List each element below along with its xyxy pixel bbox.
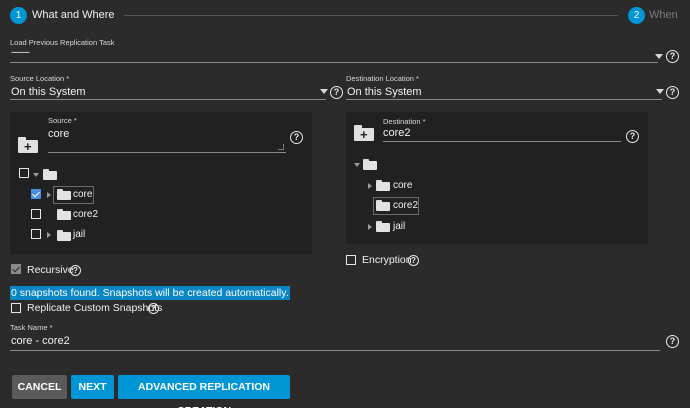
stepper: 1 What and Where 2 When	[0, 0, 690, 30]
destination-location-label: Destination Location *	[346, 74, 419, 83]
recursive-label[interactable]: Recursive	[27, 264, 74, 276]
source-tree-checkbox-jail[interactable]	[31, 229, 41, 239]
recursive-checkbox[interactable]	[11, 264, 21, 274]
replicate-custom-snapshots-label[interactable]: Replicate Custom Snapshots	[27, 302, 162, 314]
recursive-help-icon[interactable]: ?	[70, 265, 81, 276]
source-root-checkbox[interactable]	[19, 168, 29, 178]
destination-tree-folder-core2-icon	[376, 200, 390, 211]
source-tree-label-core2[interactable]: core2	[73, 209, 98, 220]
destination-tree-label-core2[interactable]: core2	[393, 200, 418, 211]
replicate-custom-snapshots-help-icon[interactable]: ?	[148, 303, 159, 314]
task-name-label: Task Name *	[10, 323, 53, 332]
destination-input-underline	[383, 141, 621, 142]
destination-help-icon[interactable]: ?	[626, 130, 639, 143]
destination-input[interactable]: core2	[383, 127, 411, 139]
encryption-checkbox[interactable]	[346, 255, 356, 265]
load-previous-value[interactable]: ---------	[11, 47, 30, 57]
source-tree-checkbox-core[interactable]	[31, 189, 41, 199]
next-button[interactable]: NEXT	[71, 375, 114, 399]
source-tree-label-core[interactable]: core	[73, 189, 92, 200]
step-2-number[interactable]: 2	[628, 7, 645, 24]
advanced-replication-creation-button[interactable]: ADVANCED REPLICATION CREATION	[118, 375, 290, 408]
cancel-button[interactable]: CANCEL	[12, 375, 67, 399]
destination-tree-label-jail[interactable]: jail	[393, 221, 405, 232]
source-input-underline	[48, 152, 286, 153]
replicate-custom-snapshots-checkbox[interactable]	[11, 303, 21, 313]
source-resize-handle[interactable]	[278, 144, 284, 150]
source-tree-label-jail[interactable]: jail	[73, 229, 85, 240]
snapshots-info-banner: 0 snapshots found. Snapshots will be cre…	[10, 286, 290, 300]
encryption-help-icon[interactable]: ?	[408, 255, 419, 266]
destination-tree-expand-core-icon[interactable]	[368, 183, 372, 189]
source-tree-folder-core2-icon	[57, 209, 71, 220]
source-location-underline	[10, 99, 326, 100]
stepper-divider	[124, 15, 618, 16]
source-tree-checkbox-core2[interactable]	[31, 209, 41, 219]
source-location-caret-icon[interactable]	[320, 89, 328, 94]
load-previous-help-icon[interactable]: ?	[666, 50, 679, 63]
destination-root-folder-icon	[363, 159, 377, 170]
task-name-help-icon[interactable]: ?	[666, 335, 679, 348]
destination-location-underline	[346, 99, 662, 100]
source-tree-expand-jail-icon[interactable]	[47, 232, 51, 238]
step-1-number[interactable]: 1	[10, 7, 27, 24]
destination-tree-expand-jail-icon[interactable]	[368, 224, 372, 230]
source-root-folder-icon	[43, 169, 57, 180]
add-source-folder-icon[interactable]: +	[18, 137, 38, 153]
source-location-label: Source Location *	[10, 74, 70, 83]
destination-location-select[interactable]: On this System	[347, 86, 422, 98]
destination-root-expand-icon[interactable]	[354, 163, 360, 167]
source-tree-folder-core-icon	[57, 189, 71, 200]
destination-label: Destination *	[383, 117, 426, 126]
encryption-label[interactable]: Encryption	[362, 254, 412, 266]
source-root-expand-icon[interactable]	[33, 173, 39, 177]
task-name-underline	[10, 350, 660, 351]
source-tree-folder-jail-icon	[57, 230, 71, 241]
destination-tree-folder-jail-icon	[376, 221, 390, 232]
destination-location-help-icon[interactable]: ?	[666, 86, 679, 99]
source-location-help-icon[interactable]: ?	[330, 86, 343, 99]
source-input[interactable]: core	[48, 128, 69, 140]
destination-location-caret-icon[interactable]	[656, 89, 664, 94]
task-name-input[interactable]: core - core2	[11, 335, 70, 347]
add-destination-folder-icon[interactable]: +	[354, 125, 374, 141]
destination-tree-label-core[interactable]: core	[393, 180, 412, 191]
source-label: Source *	[48, 116, 77, 125]
load-previous-label: Load Previous Replication Task	[10, 38, 115, 47]
step-2-label[interactable]: When	[649, 9, 678, 21]
step-1-label[interactable]: What and Where	[32, 9, 115, 21]
source-help-icon[interactable]: ?	[290, 131, 303, 144]
load-previous-dropdown-caret-icon[interactable]	[655, 54, 663, 59]
source-tree-expand-core-icon[interactable]	[47, 192, 51, 198]
destination-tree-folder-core-icon	[376, 180, 390, 191]
load-previous-underline	[10, 62, 658, 63]
source-location-select[interactable]: On this System	[11, 86, 86, 98]
